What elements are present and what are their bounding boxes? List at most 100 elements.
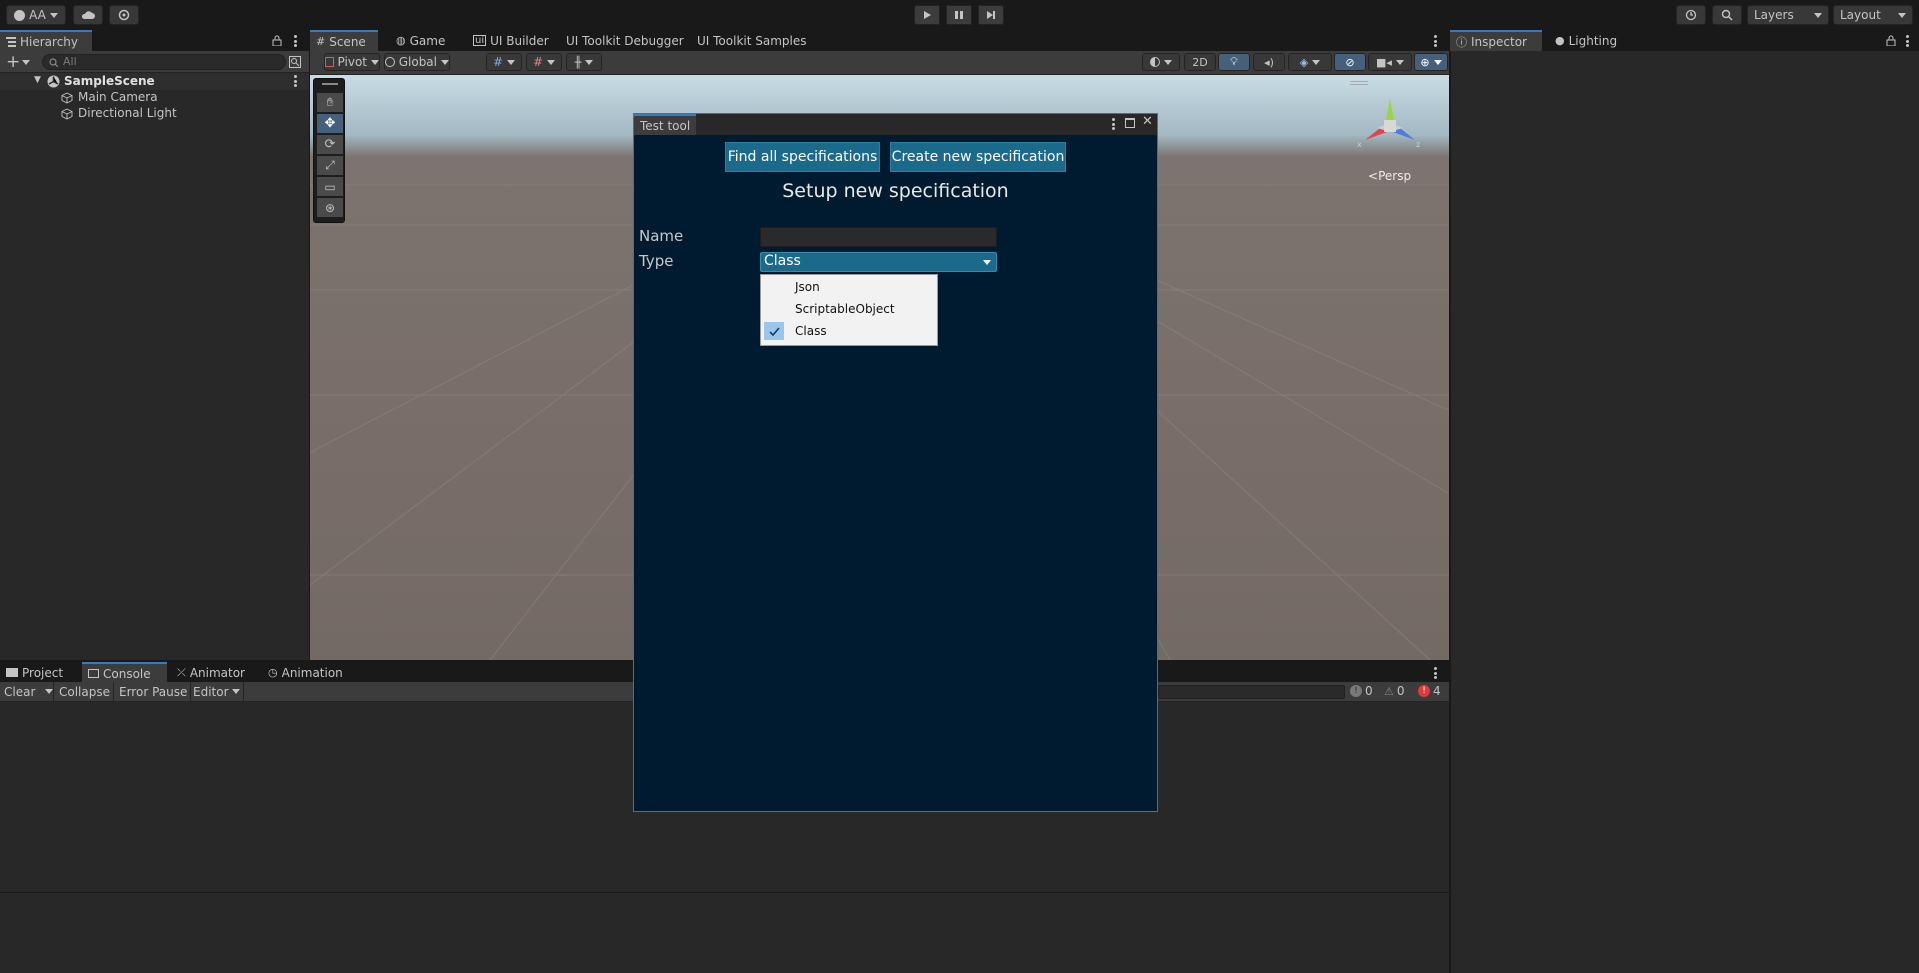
warning-count-toggle[interactable]: ⚠ 0 [1384,684,1405,698]
scene-row[interactable]: ▼ SampleScene [0,73,309,90]
tab-game[interactable]: ◍ Game [390,30,451,51]
hierarchy-search-field[interactable]: All [42,54,286,70]
history-button[interactable] [1676,5,1706,25]
inspector-menu-icon[interactable] [1906,35,1909,47]
scene-menu-icon[interactable] [1434,35,1437,47]
chevron-down-icon [371,59,379,65]
tool-palette: ✋︎ ✥ ⟳ ⤢ ▭ ⊛ [313,78,345,223]
shading-mode-button[interactable] [1142,53,1180,71]
grid-icon: # [492,55,504,69]
scale-tool-button[interactable]: ⤢ [317,156,343,175]
camera-dropdown[interactable]: ■◂ [1368,53,1412,71]
console-menu-icon[interactable] [1434,667,1437,679]
test-tool-titlebar[interactable]: Test tool ✕ [634,114,1157,135]
search-icon [1721,9,1733,21]
console-detail-divider [0,892,1449,893]
type-dropdown[interactable]: Class [760,252,997,272]
grid-snap-button[interactable]: # [486,53,522,71]
pivot-dropdown[interactable]: Pivot [324,53,380,71]
collab-button[interactable] [109,5,139,25]
error-pause-toggle[interactable]: Error Pause [116,682,192,701]
audio-toggle[interactable]: ◂) [1253,53,1285,71]
ui-builder-icon: ui [473,35,487,46]
scene-menu-icon[interactable] [294,75,297,87]
tab-lighting[interactable]: ● Lighting [1549,30,1623,51]
increment-snap-button[interactable]: # [526,53,562,71]
orientation-gizmo[interactable]: y x z [1355,90,1425,160]
step-button[interactable] [978,5,1004,25]
tab-ui-toolkit-samples[interactable]: UI Toolkit Samples [691,30,813,51]
collapse-toggle[interactable]: Collapse [56,682,114,701]
tab-hierarchy[interactable]: Hierarchy [0,30,92,51]
layout-dropdown[interactable]: Layout [1833,5,1913,25]
camera-icon: ■◂ [1376,55,1392,69]
maximize-icon[interactable] [1125,118,1135,128]
hierarchy-item[interactable]: Main Camera [0,90,309,106]
tab-animation[interactable]: ◷ Animation [262,662,349,683]
persp-label[interactable]: <Persp [1368,169,1411,183]
add-icon[interactable]: + [6,52,20,72]
move-tool-button[interactable]: ✥ [317,114,343,133]
console-search-input[interactable] [1158,685,1345,699]
rotate-tool-button[interactable]: ⟳ [317,135,343,154]
scene-search-icon[interactable] [289,56,301,68]
chevron-down-icon [231,689,240,694]
rect-tool-button[interactable]: ▭ [317,177,343,196]
dropdown-option-scriptableobject[interactable]: ScriptableObject [761,298,937,320]
lock-icon[interactable] [272,35,282,46]
hidden-objects-toggle[interactable]: ⊘ [1334,53,1366,71]
close-icon[interactable]: ✕ [1142,114,1153,129]
lighting-toggle[interactable]: 💡︎ [1218,53,1250,71]
test-tool-tab[interactable]: Test tool [634,114,697,135]
ruler-button[interactable]: ╫ [566,53,602,71]
create-new-specification-button[interactable]: Create new specification [890,142,1066,172]
tab-project-label: Project [22,665,64,680]
dropdown-option-class[interactable]: Class [761,320,937,342]
hierarchy-tabbar: Hierarchy [0,30,309,51]
error-count-toggle[interactable]: ! 4 [1418,684,1441,698]
type-label: Type [639,252,674,270]
chevron-down-icon [1814,12,1822,18]
tab-project[interactable]: Project [0,662,69,683]
tab-lighting-label: Lighting [1568,33,1618,48]
gizmos-dropdown[interactable]: ⊕ [1414,53,1448,71]
tab-inspector[interactable]: ⓘ Inspector [1450,30,1542,51]
gizmo-drag-handle[interactable] [1350,81,1368,85]
window-menu-icon[interactable] [1112,118,1115,130]
tab-ui-toolkit-debugger[interactable]: UI Toolkit Debugger [560,30,690,51]
2d-toggle[interactable]: 2D [1184,53,1216,71]
name-input[interactable] [760,227,997,247]
hierarchy-item[interactable]: Directional Light [0,106,309,122]
play-button[interactable] [914,5,940,25]
hierarchy-icon [6,36,16,47]
hierarchy-item-label: Main Camera [78,90,158,104]
chevron-down-icon[interactable] [22,60,30,65]
account-dropdown[interactable]: AA [6,5,66,25]
tab-animator[interactable]: ⤫ Animator [171,662,251,683]
effects-dropdown[interactable]: ◈ [1288,53,1332,71]
hierarchy-menu-icon[interactable] [294,35,297,47]
tab-scene-label: Scene [329,34,366,49]
expand-arrow-icon[interactable]: ▼ [34,75,41,85]
lock-icon[interactable] [1886,35,1896,46]
hand-tool-button[interactable]: ✋︎ [317,93,343,112]
find-all-specifications-button[interactable]: Find all specifications [725,142,880,172]
search-button[interactable] [1712,5,1742,25]
dropdown-option-json[interactable]: Json [761,276,937,298]
unity-scene-icon [47,75,60,88]
tab-scene[interactable]: # Scene [310,30,378,51]
layers-dropdown[interactable]: Layers [1747,5,1829,25]
global-dropdown[interactable]: Global [384,53,450,71]
tab-console[interactable]: Console [82,662,167,683]
hierarchy-item-label: Directional Light [78,106,177,120]
hand-icon: ✋︎ [326,95,334,109]
tab-ui-builder[interactable]: ui UI Builder [467,30,555,51]
editor-dropdown[interactable]: Editor [190,682,244,701]
svg-text:y: y [1388,90,1393,98]
clear-button[interactable]: Clear [0,682,54,701]
pause-button[interactable] [946,5,972,25]
drag-handle-icon[interactable] [322,83,338,85]
transform-tool-button[interactable]: ⊛ [317,198,343,217]
cloud-button[interactable] [73,5,103,25]
info-count-toggle[interactable]: ! 0 [1350,684,1373,698]
